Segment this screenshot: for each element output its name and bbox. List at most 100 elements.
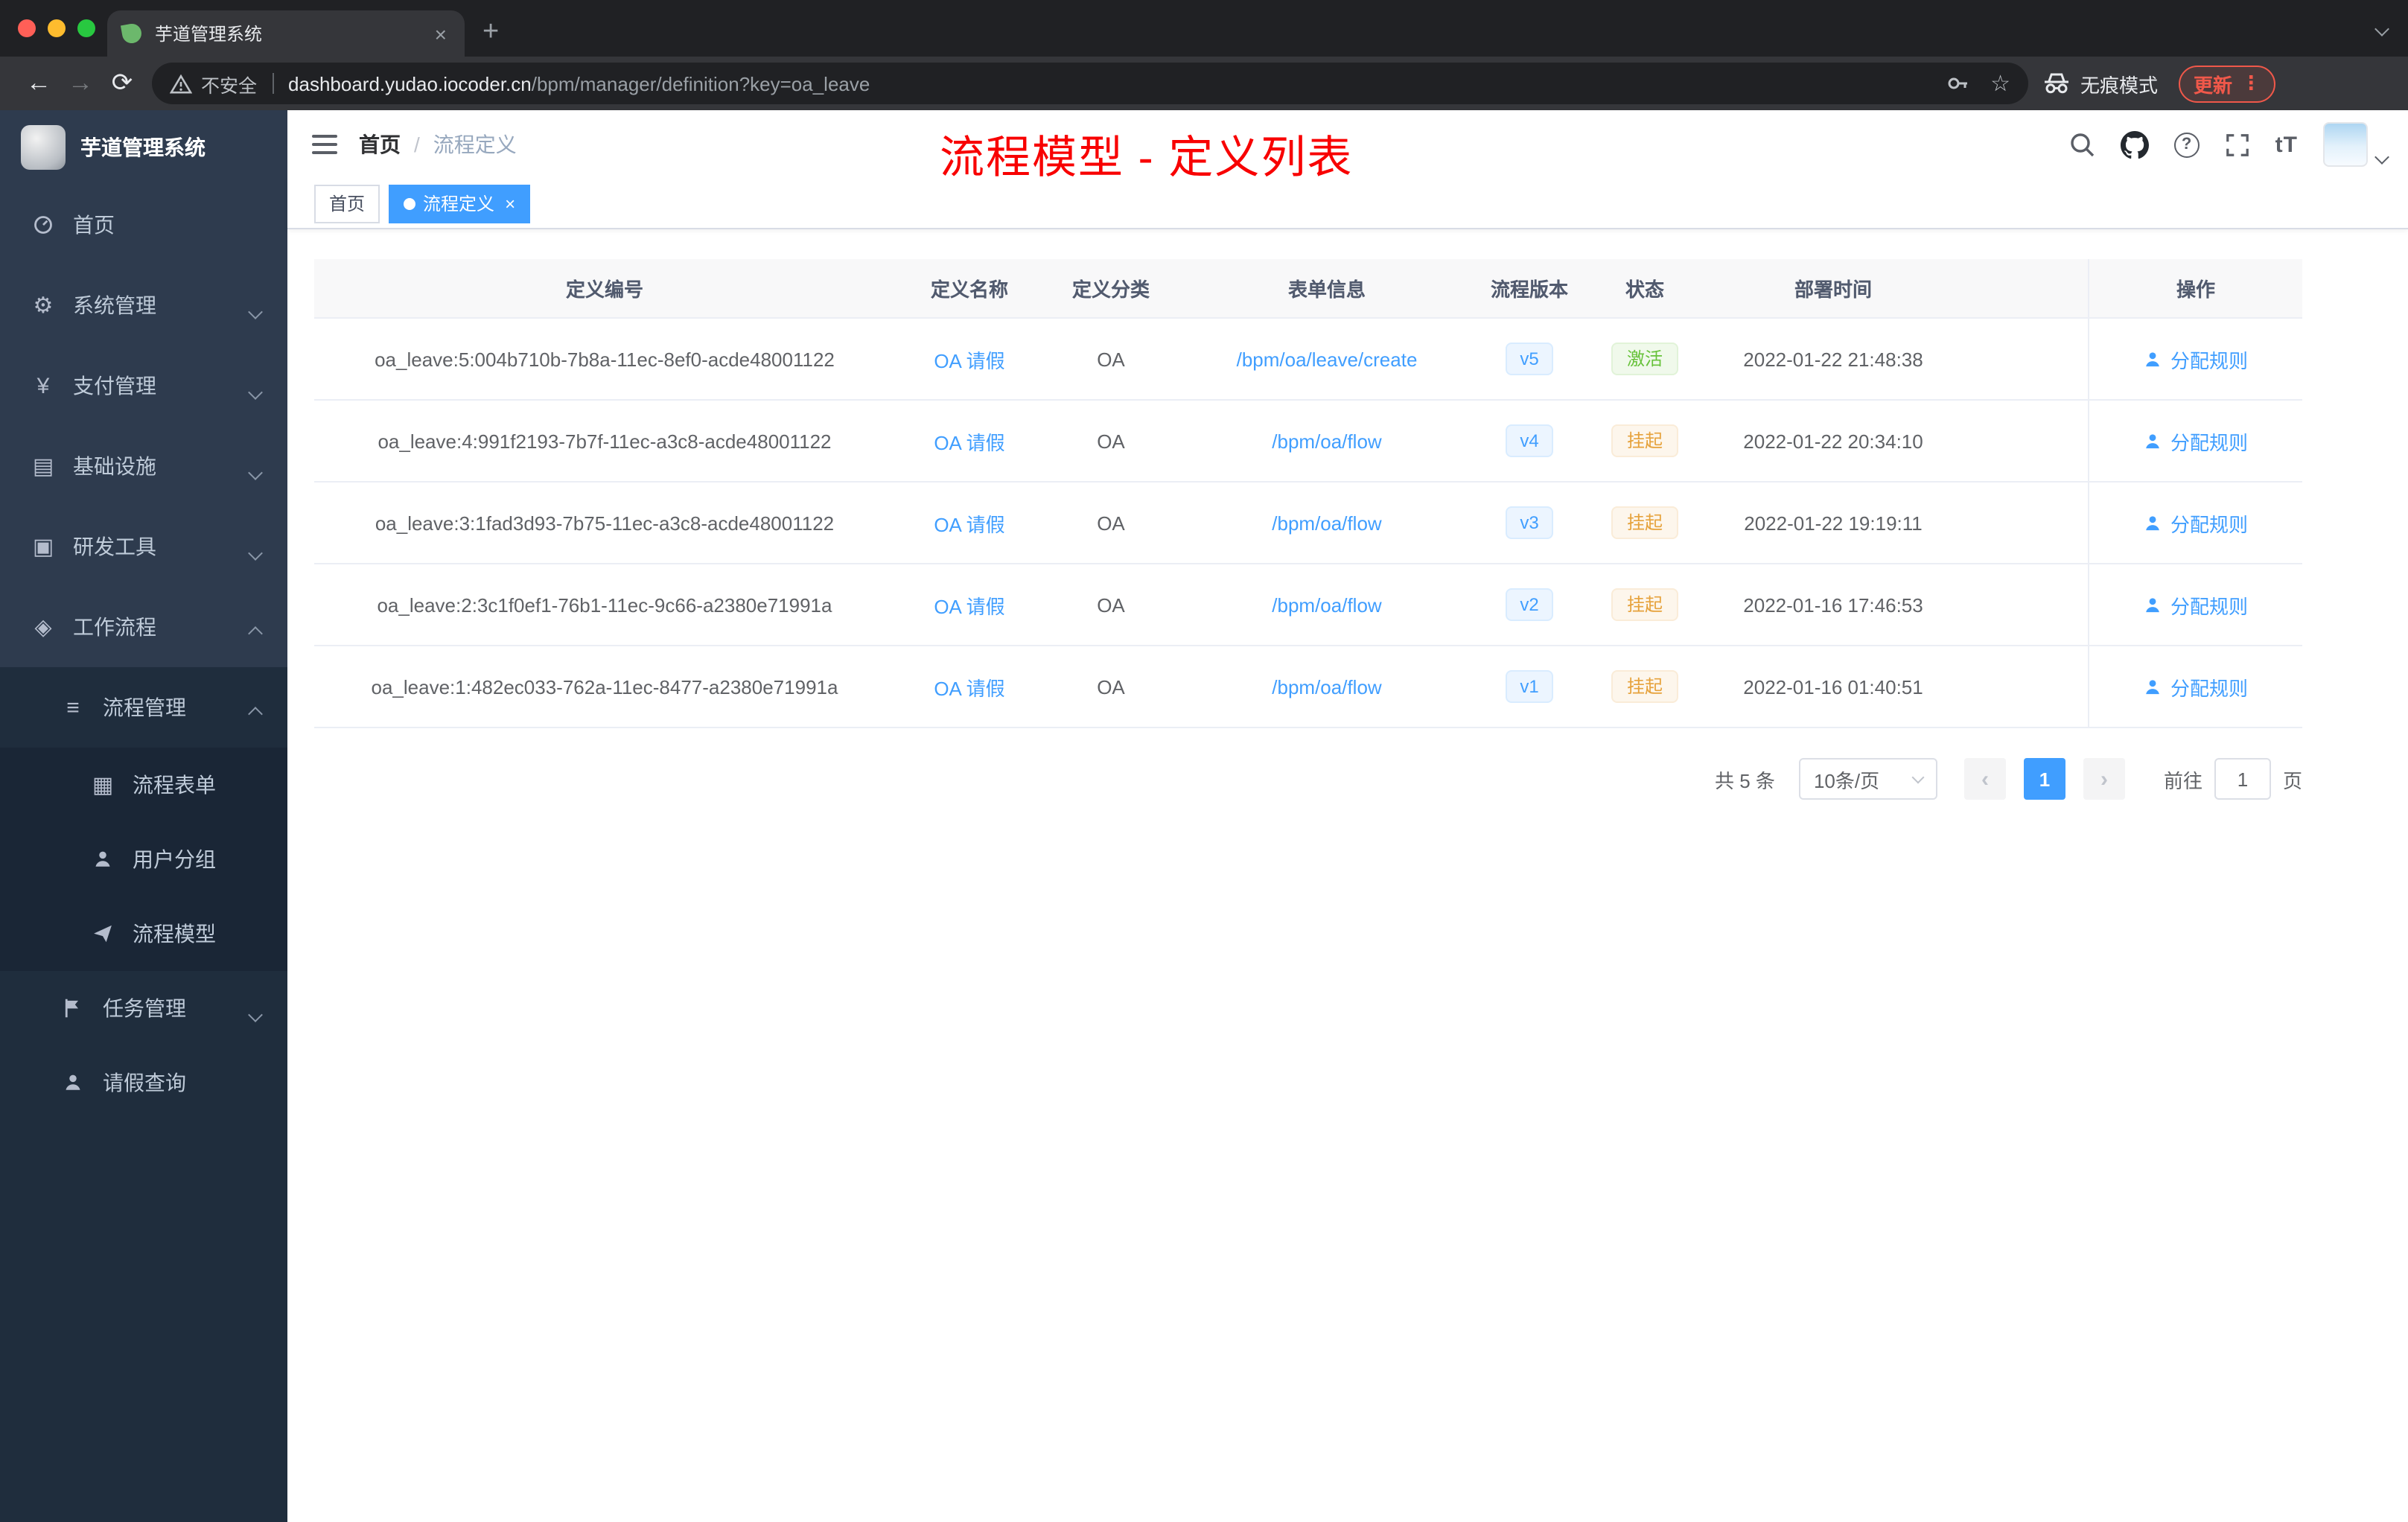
definition-id: oa_leave:5:004b710b-7b8a-11ec-8ef0-acde4… [375, 348, 835, 370]
bookmark-star-icon[interactable]: ☆ [1990, 70, 2010, 97]
chevron-up-icon [248, 700, 263, 727]
form-link[interactable]: /bpm/oa/leave/create [1237, 348, 1418, 370]
goto-page-input[interactable] [2214, 758, 2271, 800]
definition-name-link[interactable]: OA 请假 [934, 509, 1004, 537]
url-domain: dashboard.yudao.iocoder.cn [288, 72, 532, 95]
search-icon [2070, 133, 2094, 157]
search-button[interactable] [2068, 131, 2095, 158]
person-icon [2147, 679, 2160, 694]
url-path: /bpm/manager/definition?key=oa_leave [531, 72, 870, 95]
deploy-time: 2022-01-16 17:46:53 [1743, 593, 1923, 616]
password-key-icon[interactable] [1946, 71, 1969, 95]
col-definition-category: 定义分类 [1071, 278, 1150, 301]
tag-home[interactable]: 首页 [314, 184, 380, 223]
fullscreen-button[interactable] [2225, 132, 2250, 157]
pagination: 共 5 条 10条/页 ‹ 1 › 前往 页 [314, 758, 2302, 800]
flag-icon [60, 998, 86, 1019]
window-minimize-button[interactable] [48, 19, 66, 37]
table-row: oa_leave:2:3c1f0ef1-76b1-11ec-9c66-a2380… [314, 564, 2302, 646]
window-zoom-button[interactable] [77, 19, 95, 37]
col-status: 状态 [1625, 278, 1664, 301]
form-icon: ▦ [92, 772, 114, 797]
definition-name-link[interactable]: OA 请假 [934, 672, 1004, 701]
breadcrumb: 首页 / 流程定义 [359, 130, 517, 159]
sidebar-item-home[interactable]: 首页 [0, 185, 287, 265]
definition-name-link[interactable]: OA 请假 [934, 345, 1004, 373]
breadcrumb-home[interactable]: 首页 [359, 130, 401, 159]
definition-name-link[interactable]: OA 请假 [934, 427, 1004, 455]
assign-rule-button[interactable]: 分配规则 [2144, 509, 2248, 537]
sidebar-filler [0, 1120, 287, 1522]
tabstrip-chevron-down-icon[interactable] [2374, 15, 2389, 42]
sidebar-item-user-group[interactable]: 用户分组 [0, 822, 287, 897]
sidebar-item-leave-query[interactable]: 请假查询 [0, 1045, 287, 1120]
page-size-select[interactable]: 10条/页 [1798, 758, 1937, 800]
col-actions: 操作 [2088, 259, 2302, 317]
tab-close-icon[interactable]: × [432, 22, 450, 45]
active-dot [404, 197, 416, 209]
goto-label: 前往 [2163, 769, 2202, 792]
sidebar-toggle-button[interactable] [287, 133, 359, 156]
sidebar-item-system[interactable]: ⚙ 系统管理 [0, 265, 287, 346]
page-1-button[interactable]: 1 [2023, 758, 2065, 800]
font-size-button[interactable]: tT [2275, 132, 2298, 157]
assign-rule-button[interactable]: 分配规则 [2144, 427, 2248, 455]
form-link[interactable]: /bpm/oa/flow [1272, 593, 1381, 616]
definition-id: oa_leave:2:3c1f0ef1-76b1-11ec-9c66-a2380… [377, 593, 832, 616]
definition-name-link[interactable]: OA 请假 [934, 590, 1004, 619]
version-tag: v4 [1505, 424, 1554, 457]
site-favicon-icon [120, 22, 144, 45]
form-link[interactable]: /bpm/oa/flow [1272, 675, 1381, 698]
window-close-button[interactable] [18, 19, 36, 37]
incognito-badge: 无痕模式 [2043, 69, 2158, 98]
workflow-icon: ◈ [34, 614, 52, 640]
status-badge: 激活 [1611, 343, 1678, 375]
sidebar-item-payment[interactable]: ¥ 支付管理 [0, 346, 287, 426]
assign-rule-button[interactable]: 分配规则 [2144, 590, 2248, 619]
tag-close-icon[interactable]: × [505, 193, 515, 214]
col-form-info: 表单信息 [1287, 278, 1366, 301]
sidebar-item-workflow[interactable]: ◈ 工作流程 [0, 587, 287, 667]
chevron-down-icon [1911, 770, 1925, 783]
app-navbar: 首页 / 流程定义 流程模型 - 定义列表 ? tT [287, 110, 2408, 183]
form-link[interactable]: /bpm/oa/flow [1272, 512, 1381, 534]
browser-tab[interactable]: 芋道管理系统 × [107, 10, 465, 57]
person-icon [60, 1072, 86, 1093]
browser-update-menu-button[interactable]: 更新 ⋮ [2179, 65, 2276, 102]
tag-process-definition[interactable]: 流程定义 × [389, 184, 531, 223]
user-menu[interactable] [2323, 122, 2389, 167]
help-button[interactable]: ? [2173, 132, 2200, 157]
sidebar-item-devtools[interactable]: ▣ 研发工具 [0, 506, 287, 587]
total-count: 共 5 条 [1715, 769, 1775, 792]
forward-button[interactable]: → [60, 69, 101, 98]
breadcrumb-separator: / [414, 133, 420, 156]
assign-rule-button[interactable]: 分配规则 [2144, 345, 2248, 373]
prev-page-button[interactable]: ‹ [1963, 758, 2006, 800]
assign-rule-button[interactable]: 分配规则 [2144, 672, 2248, 701]
form-link[interactable]: /bpm/oa/flow [1272, 430, 1381, 452]
deploy-time: 2022-01-22 20:34:10 [1743, 430, 1923, 452]
reload-button[interactable]: ⟳ [101, 69, 143, 98]
sidebar-item-process-form[interactable]: ▦ 流程表单 [0, 748, 287, 822]
version-tag: v1 [1505, 670, 1554, 703]
sidebar-item-task-management[interactable]: 任务管理 [0, 971, 287, 1045]
back-button[interactable]: ← [18, 69, 60, 98]
security-label: 不安全 [201, 75, 258, 96]
annotation-title: 流程模型 - 定义列表 [940, 134, 1354, 183]
definition-id: oa_leave:4:991f2193-7b7f-11ec-a3c8-acde4… [378, 430, 832, 452]
warning-icon [170, 74, 192, 93]
address-bar[interactable]: 不安全 dashboard.yudao.iocoder.cn /bpm/mana… [152, 63, 2028, 104]
logo-avatar [21, 125, 66, 170]
tags-view-bar: 首页 流程定义 × [287, 179, 2408, 229]
github-button[interactable] [2120, 130, 2149, 159]
sidebar-item-infrastructure[interactable]: ▤ 基础设施 [0, 426, 287, 506]
definition-category: OA [1097, 512, 1125, 534]
next-page-button[interactable]: › [2083, 758, 2125, 800]
fullscreen-icon [2226, 133, 2249, 156]
new-tab-button[interactable]: + [482, 16, 499, 49]
incognito-icon [2045, 73, 2068, 94]
status-badge: 挂起 [1611, 506, 1678, 539]
sidebar-item-process-model[interactable]: 流程模型 [0, 897, 287, 971]
sidebar-item-process-management[interactable]: ≡ 流程管理 [0, 667, 287, 748]
status-badge: 挂起 [1611, 424, 1678, 457]
